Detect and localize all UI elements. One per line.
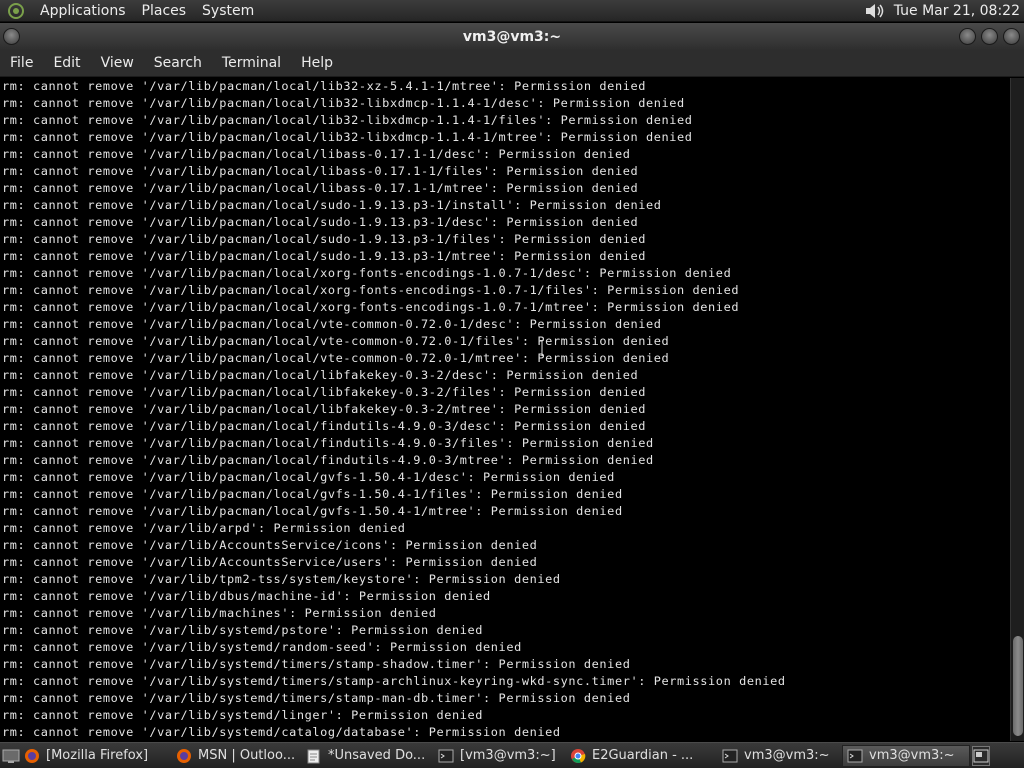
menu-help[interactable]: Help (291, 51, 343, 76)
taskbar-button[interactable]: E2Guardian - ... (566, 745, 716, 767)
taskbar-button[interactable]: vm3@vm3:~ (842, 744, 970, 767)
terminal-line: rm: cannot remove '/var/lib/pacman/local… (2, 164, 639, 178)
terminal-icon (722, 748, 738, 764)
firefox-icon (24, 748, 40, 764)
terminal-line: rm: cannot remove '/var/lib/systemd/cata… (2, 725, 561, 739)
terminal-line: rm: cannot remove '/var/lib/systemd/ling… (2, 708, 484, 722)
window-title: vm3@vm3:~ (462, 28, 562, 45)
taskbar-button[interactable]: [Mozilla Firefox] (20, 745, 170, 767)
window-title-bar[interactable]: vm3@vm3:~ (0, 23, 1024, 50)
terminal-line: rm: cannot remove '/var/lib/pacman/local… (2, 283, 740, 297)
terminal-line: rm: cannot remove '/var/lib/pacman/local… (2, 300, 740, 314)
task-list: [Mozilla Firefox] MSN | Outloo... *Unsaved… (20, 744, 972, 767)
workspace-switcher-icon[interactable] (972, 745, 990, 766)
taskbar-button-label: MSN | Outloo... (198, 748, 296, 763)
terminal-line: rm: cannot remove '/var/lib/pacman/local… (2, 470, 615, 484)
terminal-line: rm: cannot remove '/var/lib/systemd/time… (2, 657, 631, 671)
terminal-line: rm: cannot remove '/var/lib/pacman/local… (2, 232, 646, 246)
terminal-line: rm: cannot remove '/var/lib/pacman/local… (2, 130, 693, 144)
terminal-scrollbar[interactable] (1010, 78, 1024, 741)
volume-icon[interactable] (860, 0, 888, 22)
terminal-line: rm: cannot remove '/var/lib/systemd/rand… (2, 640, 522, 654)
terminal-line: rm: cannot remove '/var/lib/pacman/local… (2, 96, 685, 110)
taskbar-button-label: vm3@vm3:~ (869, 748, 955, 763)
distro-logo-icon[interactable] (6, 1, 26, 21)
terminal-line: rm: cannot remove '/var/lib/systemd/psto… (2, 623, 484, 637)
terminal-line: rm: cannot remove '/var/lib/pacman/local… (2, 351, 670, 365)
terminal-line: rm: cannot remove '/var/lib/machines': P… (2, 606, 437, 620)
menu-search[interactable]: Search (144, 51, 212, 76)
minimize-button[interactable] (959, 28, 976, 45)
taskbar-button-label: [Mozilla Firefox] (46, 748, 149, 763)
terminal-line: rm: cannot remove '/var/lib/pacman/local… (2, 249, 646, 263)
terminal-line: rm: cannot remove '/var/lib/AccountsServ… (2, 555, 538, 569)
terminal-line: rm: cannot remove '/var/lib/pacman/local… (2, 453, 654, 467)
applications-menu[interactable]: Applications (32, 0, 134, 22)
show-desktop-icon[interactable] (2, 746, 20, 766)
taskbar-button-label: *Unsaved Do... (328, 748, 426, 763)
chrome-icon (570, 748, 586, 764)
terminal-line: rm: cannot remove '/var/lib/pacman/local… (2, 147, 631, 161)
terminal-icon (847, 748, 863, 764)
terminal-line: rm: cannot remove '/var/lib/pacman/local… (2, 113, 693, 127)
clock[interactable]: Tue Mar 21, 08:22 (888, 3, 1024, 19)
terminal-line: rm: cannot remove '/var/lib/pacman/local… (2, 504, 623, 518)
menu-bar: File Edit View Search Terminal Help (0, 50, 1024, 77)
terminal-line: rm: cannot remove '/var/lib/AccountsServ… (2, 538, 538, 552)
close-button[interactable] (1003, 28, 1020, 45)
terminal-line: rm: cannot remove '/var/lib/systemd/time… (2, 691, 631, 705)
terminal-line: rm: cannot remove '/var/lib/pacman/local… (2, 436, 654, 450)
text-cursor-icon (540, 339, 544, 357)
terminal-icon (438, 748, 454, 764)
taskbar-button-label: E2Guardian - ... (592, 748, 694, 763)
terminal-line: rm: cannot remove '/var/lib/tpm2-tss/sys… (2, 572, 561, 586)
terminal-line: rm: cannot remove '/var/lib/pacman/local… (2, 487, 623, 501)
terminal-line: rm: cannot remove '/var/lib/pacman/local… (2, 368, 639, 382)
places-menu[interactable]: Places (134, 0, 195, 22)
taskbar-button[interactable]: *Unsaved Do... (302, 745, 432, 767)
menu-file[interactable]: File (0, 51, 43, 76)
system-menu[interactable]: System (194, 0, 262, 22)
taskbar-button-label: vm3@vm3:~ (744, 748, 830, 763)
menu-terminal[interactable]: Terminal (212, 51, 291, 76)
terminal-line: rm: cannot remove '/var/lib/dbus/machine… (2, 589, 491, 603)
terminal-line: rm: cannot remove '/var/lib/arpd': Permi… (2, 521, 406, 535)
terminal-line: rm: cannot remove '/var/lib/pacman/local… (2, 419, 646, 433)
terminal-line: rm: cannot remove '/var/lib/pacman/local… (2, 385, 646, 399)
firefox-icon (176, 748, 192, 764)
terminal-output[interactable]: rm: cannot remove '/var/lib/pacman/local… (0, 78, 1010, 741)
terminal-line: rm: cannot remove '/var/lib/pacman/local… (2, 266, 732, 280)
menu-edit[interactable]: Edit (43, 51, 90, 76)
text-editor-icon (306, 748, 322, 764)
taskbar: [Mozilla Firefox] MSN | Outloo... *Unsaved… (0, 742, 1024, 768)
taskbar-button[interactable]: vm3@vm3:~ (718, 745, 840, 767)
scrollbar-thumb[interactable] (1013, 636, 1023, 736)
top-panel: Applications Places System Tue Mar 21, 0… (0, 0, 1024, 22)
taskbar-button[interactable]: MSN | Outloo... (172, 745, 300, 767)
terminal-line: rm: cannot remove '/var/lib/pacman/local… (2, 79, 646, 93)
terminal-line: rm: cannot remove '/var/lib/pacman/local… (2, 198, 662, 212)
menu-view[interactable]: View (91, 51, 144, 76)
window-menu-button[interactable] (3, 28, 20, 45)
terminal-line: rm: cannot remove '/var/lib/pacman/local… (2, 334, 670, 348)
terminal-line: rm: cannot remove '/var/lib/systemd/time… (2, 674, 786, 688)
taskbar-button-label: [vm3@vm3:~] (460, 748, 556, 763)
terminal-line: rm: cannot remove '/var/lib/pacman/local… (2, 181, 639, 195)
terminal-line: rm: cannot remove '/var/lib/pacman/local… (2, 317, 662, 331)
terminal-line: rm: cannot remove '/var/lib/pacman/local… (2, 402, 646, 416)
taskbar-button[interactable]: [vm3@vm3:~] (434, 745, 564, 767)
maximize-button[interactable] (981, 28, 998, 45)
terminal-line: rm: cannot remove '/var/lib/pacman/local… (2, 215, 639, 229)
